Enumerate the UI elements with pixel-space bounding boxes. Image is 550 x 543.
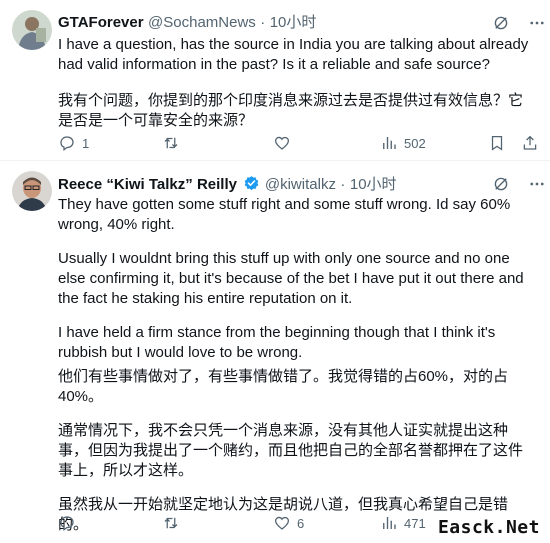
user-handle[interactable]: @kiwitalkz <box>265 176 336 193</box>
tweet-header: GTAForever @SochamNews · 10小时 <box>58 14 316 32</box>
retweet-button[interactable] <box>162 514 186 532</box>
share-button[interactable] <box>521 134 539 152</box>
watermark: Easck.Net <box>433 516 544 539</box>
verified-badge-icon <box>245 176 259 191</box>
like-button[interactable]: 6 <box>273 514 304 532</box>
views-icon <box>383 137 396 149</box>
separator-dot: · <box>340 176 346 193</box>
timestamp[interactable]: 10小时 <box>270 14 317 31</box>
reply-count: 1 <box>82 135 90 151</box>
bookmark-button[interactable] <box>488 134 506 152</box>
tweet-paragraph-en-1: They have gotten some stuff right and so… <box>58 196 511 233</box>
views-icon <box>383 517 396 529</box>
timestamp[interactable]: 10小时 <box>350 176 397 193</box>
tweet-text-en: I have a question, has the source in Ind… <box>58 36 529 73</box>
views-button[interactable]: 471 <box>380 514 426 532</box>
heart-icon <box>274 136 290 150</box>
reply-icon <box>60 516 74 532</box>
grok-icon[interactable] <box>492 175 510 193</box>
tweet-text-zh: 我有个问题，你提到的那个印度消息来源过去是否提供过有效信息？它是否是一个可靠安全… <box>58 92 524 129</box>
user-handle[interactable]: @SochamNews <box>148 14 256 31</box>
like-button[interactable] <box>273 134 297 152</box>
display-name[interactable]: Reece “Kiwi Talkz” Reilly <box>58 176 237 193</box>
avatar-image <box>12 10 52 50</box>
reply-button[interactable] <box>58 514 82 532</box>
like-count: 6 <box>297 515 305 531</box>
bookmark-icon <box>491 135 503 151</box>
tweet-corner-actions <box>492 14 546 32</box>
tweet-paragraph-zh-2: 通常情况下，我不会只凭一个消息来源，没有其他人证实就提出这种事，但因为我提出了一… <box>58 422 524 479</box>
views-count: 502 <box>404 135 426 151</box>
views-button[interactable]: 502 <box>380 134 426 152</box>
tweet-paragraph-en-3: I have held a firm stance from the begin… <box>58 324 496 361</box>
tweet-corner-actions <box>492 175 546 193</box>
more-icon[interactable] <box>528 175 546 193</box>
tweet-gtaforever: GTAForever @SochamNews · 10小时 I have a q… <box>0 0 550 160</box>
tweet-text: They have gotten some stuff right and so… <box>58 195 536 535</box>
retweet-icon <box>164 517 178 529</box>
tweet-header: Reece “Kiwi Talkz” Reilly @kiwitalkz · 1… <box>58 175 397 194</box>
retweet-button[interactable] <box>162 134 186 152</box>
reply-icon <box>60 136 74 152</box>
reply-button[interactable]: 1 <box>58 134 89 152</box>
share-icon <box>523 135 537 150</box>
avatar-image <box>12 171 52 211</box>
tweet-paragraph-en-2: Usually I wouldnt bring this stuff up wi… <box>58 250 524 307</box>
grok-icon[interactable] <box>492 14 510 32</box>
avatar[interactable] <box>12 10 52 50</box>
more-icon[interactable] <box>528 14 546 32</box>
views-count: 471 <box>404 515 426 531</box>
retweet-icon <box>164 137 178 149</box>
avatar[interactable] <box>12 171 52 211</box>
heart-icon <box>274 516 290 530</box>
tweet-paragraph-zh-1: 他们有些事情做对了，有些事情做错了。我觉得错的占60%，对的占40%。 <box>58 368 509 405</box>
display-name[interactable]: GTAForever <box>58 14 144 31</box>
tweet-actions: 1 502 <box>58 134 538 154</box>
tweet-kiwitalkz: Reece “Kiwi Talkz” Reilly @kiwitalkz · 1… <box>0 161 550 543</box>
separator-dot: · <box>260 14 266 31</box>
tweet-text: I have a question, has the source in Ind… <box>58 35 536 131</box>
